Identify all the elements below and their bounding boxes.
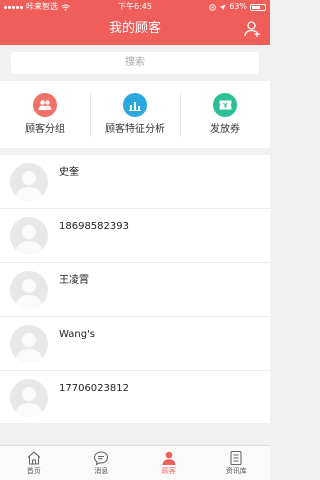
status-right: 63% [209,0,266,14]
tab-messages[interactable]: 消息 [68,446,136,480]
battery-icon [250,3,266,11]
location-icon [219,4,226,10]
feature-customer-analysis[interactable]: 顾客特征分析 [90,81,180,148]
feature-label: 发放券 [210,124,240,135]
feature-label: 顾客特征分析 [105,124,165,135]
status-bar: 咔来智选 下午6:45 63% [0,0,270,14]
feature-customer-group[interactable]: 顾客分组 [0,81,90,148]
page-title: 我的顾客 [108,21,161,36]
customer-list: 史奎 18698582393 王凌霄 Wang's 17706023812 [0,155,270,423]
tab-library[interactable]: 资讯库 [203,446,271,480]
message-icon [94,451,109,466]
customer-row[interactable]: 18698582393 [0,209,270,263]
customer-icon [162,451,176,465]
battery-percent: 63% [229,2,247,11]
customer-row[interactable]: 史奎 [0,155,270,209]
customer-name: 王凌霄 [59,275,89,286]
feature-bar: 顾客分组 顾客特征分析 发放券 [0,81,270,148]
home-icon [27,451,41,465]
library-icon [230,450,242,466]
tab-label: 顾客 [161,467,176,475]
avatar [10,379,48,417]
tab-label: 消息 [94,467,109,475]
customer-row[interactable]: 王凌霄 [0,263,270,317]
tab-home[interactable]: 首页 [0,446,68,480]
feature-issue-coupon[interactable]: 发放券 [180,81,270,148]
tab-label: 资讯库 [225,467,247,475]
customer-row[interactable]: Wang's [0,317,270,371]
customer-name: 18698582393 [59,221,129,232]
coupon-icon [213,93,237,117]
avatar [10,163,48,201]
bottom-tab-bar: 首页 消息 顾客 资讯库 [0,445,270,480]
search-input[interactable]: 搜索 [11,52,259,74]
tab-customers[interactable]: 顾客 [135,446,203,480]
customer-name: 史奎 [59,167,79,178]
customer-name: 17706023812 [59,383,129,394]
add-customer-button[interactable] [244,20,262,38]
feature-label: 顾客分组 [25,124,65,135]
avatar [10,217,48,255]
app-header: 咔来智选 下午6:45 63% 我的顾客 [0,0,270,45]
avatar [10,271,48,309]
customer-row[interactable]: 17706023812 [0,371,270,423]
tab-label: 首页 [26,467,41,475]
chart-icon [123,93,147,117]
rotation-lock-icon [209,3,216,11]
search-bar: 搜索 [0,45,270,81]
customer-name: Wang's [59,329,96,340]
avatar [10,325,48,363]
group-icon [33,93,57,117]
